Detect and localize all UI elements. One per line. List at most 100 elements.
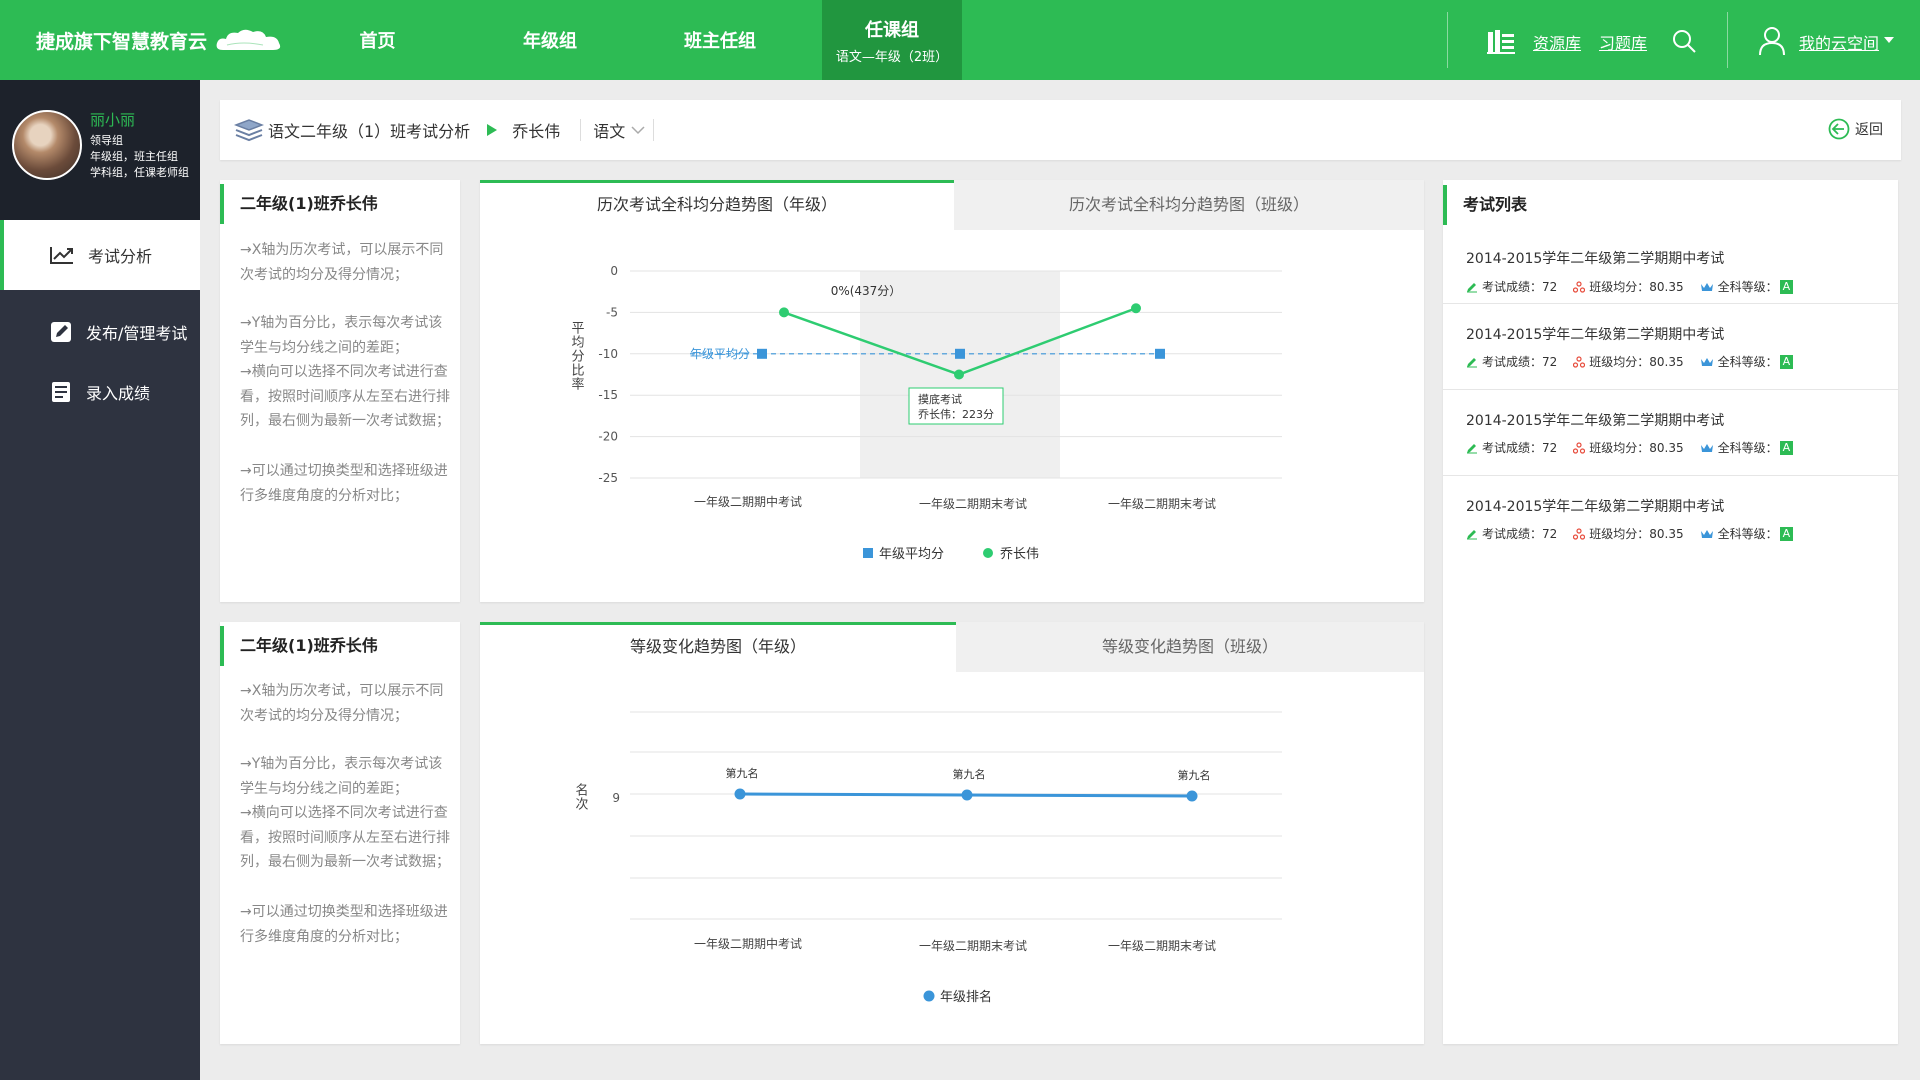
score-trend-chart-card: 历次考试全科均分趋势图（年级） 历次考试全科均分趋势图（班级） 0 -5 -10 -1… bbox=[480, 180, 1424, 602]
nav-course-group-sub: 语文—年级（2班） bbox=[835, 49, 949, 65]
exam-class-average: 班级均分：80.35 bbox=[1573, 353, 1684, 370]
subject-select[interactable]: 语文 bbox=[593, 118, 645, 142]
rank-point bbox=[961, 789, 973, 801]
legend-label: 年级平均分 bbox=[879, 547, 944, 562]
crown-icon bbox=[1700, 529, 1713, 538]
nav-head-teacher-group-label: 班主任组 bbox=[684, 31, 756, 52]
rank-point bbox=[734, 788, 746, 800]
y-tick-label: -15 bbox=[598, 388, 618, 402]
exam-level: 全科等级： A bbox=[1700, 278, 1794, 295]
group-icon bbox=[1573, 355, 1586, 368]
exam-class-average: 班级均分：80.35 bbox=[1573, 525, 1684, 542]
list-item[interactable]: 2014-2015学年二年级第二学期期中考试 考试成绩：72 班级均分：80.35 全… bbox=[1443, 232, 1898, 304]
profile-role: 年级组，班主任组 bbox=[90, 150, 178, 163]
rank-trend-chart: 9 名次一年级二期期中考试 一年级二期期末考试 一年级二期期末考试 第九名 第九名 第九名年… bbox=[573, 711, 1282, 1005]
pencil-icon bbox=[1467, 282, 1477, 292]
exam-score-text: 考试成绩：72 bbox=[1482, 280, 1558, 294]
exercise-library-link[interactable]: 习题库 bbox=[1599, 30, 1647, 54]
nav-home-label: 首页 bbox=[359, 31, 396, 52]
info-panel: 二年级(1)班乔长伟 →X轴为历次考试，可以展示不同次考试的均分及得分情况； →… bbox=[220, 622, 460, 1044]
nav-head-teacher-group[interactable]: 班主任组 bbox=[665, 0, 775, 80]
x-tick-label: 一年级二期期末考试 bbox=[919, 938, 1027, 953]
y-tick-label: 9 bbox=[612, 791, 620, 805]
caret-down-icon[interactable] bbox=[1883, 36, 1895, 44]
exam-class-average-text: 班级均分：80.35 bbox=[1589, 355, 1684, 369]
chevron-down-icon bbox=[631, 126, 645, 135]
exam-level-label: 全科等级： bbox=[1717, 355, 1778, 369]
exam-meta: 考试成绩：72 班级均分：80.35 全科等级： A bbox=[1466, 278, 1809, 295]
crown-icon bbox=[1700, 282, 1713, 291]
avatar[interactable] bbox=[12, 110, 82, 180]
y-axis-label: 平均分比率 bbox=[569, 321, 585, 391]
profile-name: 丽小丽 bbox=[90, 111, 136, 129]
y-tick-label: -10 bbox=[598, 347, 618, 361]
panel-text: →可以通过切换类型和选择班级进行多维度角度的分析对比； bbox=[240, 463, 448, 504]
group-icon bbox=[1573, 441, 1586, 454]
list-icon bbox=[52, 382, 70, 402]
exam-score: 考试成绩：72 bbox=[1466, 525, 1557, 542]
exam-name: 2014-2015学年二年级第二学期期中考试 bbox=[1466, 413, 1725, 429]
exam-class-average-text: 班级均分：80.35 bbox=[1589, 280, 1684, 294]
profile-card: 丽小丽 领导组 年级组，班主任组 学科组，任课老师组 bbox=[0, 80, 200, 220]
tooltip-value: 乔长伟：223分 bbox=[918, 408, 994, 421]
exam-level: 全科等级： A bbox=[1700, 525, 1794, 542]
panel-title: 二年级(1)班乔长伟 bbox=[220, 626, 378, 666]
list-item[interactable]: 2014-2015学年二年级第二学期期中考试 考试成绩：72 班级均分：80.35 全… bbox=[1443, 304, 1898, 390]
rank-data-label: 第九名 bbox=[953, 767, 986, 781]
exam-name: 2014-2015学年二年级第二学期期中考试 bbox=[1466, 499, 1725, 515]
exam-level-label: 全科等级： bbox=[1717, 280, 1778, 294]
breadcrumb-student[interactable]: 乔长伟 bbox=[512, 118, 560, 142]
grade-badge: A bbox=[1779, 526, 1794, 541]
nav-home[interactable]: 首页 bbox=[330, 0, 425, 80]
my-cloud-space-link[interactable]: 我的云空间 bbox=[1799, 30, 1879, 54]
nav-course-group[interactable]: 任课组 语文—年级（2班） bbox=[822, 0, 962, 80]
profile-role: 学科组，任课老师组 bbox=[90, 166, 189, 179]
y-tick-label: -5 bbox=[606, 305, 618, 319]
legend-label: 年级排名 bbox=[940, 989, 992, 1005]
cloud-icon bbox=[216, 29, 281, 50]
rank-trend-chart-card: 等级变化趋势图（年级） 等级变化趋势图（班级） 9 名次 一年级二期期中考试 一年级二… bbox=[480, 622, 1424, 1044]
back-button[interactable]: 返回 bbox=[1828, 118, 1883, 140]
sidebar-item-label: 录入成绩 bbox=[86, 384, 151, 403]
group-icon bbox=[1573, 527, 1586, 540]
sidebar-item-exam-analysis[interactable]: 考试分析 bbox=[0, 220, 200, 290]
legend-marker-rank bbox=[923, 990, 935, 1002]
exam-list-title: 考试列表 bbox=[1443, 185, 1527, 225]
books-stack-icon bbox=[234, 119, 264, 142]
rank-data-label: 第九名 bbox=[726, 766, 759, 780]
profile-role: 领导组 bbox=[90, 134, 123, 147]
legend-marker-student bbox=[983, 548, 993, 558]
pencil-icon bbox=[1467, 529, 1477, 539]
resource-library-link[interactable]: 资源库 bbox=[1533, 30, 1581, 54]
nav-grade-group[interactable]: 年级组 bbox=[500, 0, 600, 80]
panel-text: →Y轴为百分比，表示每次考试该学生与均分线之间的差距； →横向可以选择不同次考试… bbox=[240, 315, 450, 429]
exam-name: 2014-2015学年二年级第二学期期中考试 bbox=[1466, 327, 1725, 343]
exam-level: 全科等级： A bbox=[1700, 353, 1794, 370]
exam-meta: 考试成绩：72 班级均分：80.35 全科等级： A bbox=[1466, 439, 1809, 456]
nav-grade-group-label: 年级组 bbox=[523, 31, 577, 52]
user-icon[interactable] bbox=[1758, 26, 1786, 56]
list-item[interactable]: 2014-2015学年二年级第二学期期中考试考试成绩：72 班级均分：80.35 全… bbox=[1443, 390, 1898, 476]
chart-line-icon bbox=[50, 247, 73, 264]
crown-icon bbox=[1700, 357, 1713, 366]
search-icon[interactable] bbox=[1672, 29, 1696, 53]
page-title: 语文二年级（1）班考试分析 bbox=[268, 122, 471, 141]
legend-marker-average bbox=[863, 548, 873, 558]
divider bbox=[653, 119, 655, 141]
divider bbox=[1447, 12, 1448, 68]
sidebar-item-enter-scores[interactable]: 录入成绩 bbox=[0, 357, 200, 427]
play-arrow-icon bbox=[487, 124, 498, 136]
average-marker bbox=[955, 348, 965, 359]
grade-badge: A bbox=[1779, 279, 1794, 294]
exam-score: 考试成绩：72 bbox=[1466, 439, 1557, 456]
exam-level: 全科等级： A bbox=[1700, 439, 1794, 456]
books-icon[interactable] bbox=[1486, 28, 1516, 54]
exam-score-text: 考试成绩：72 bbox=[1482, 441, 1558, 455]
grade-badge: A bbox=[1779, 354, 1794, 369]
list-item[interactable]: 2014-2015学年二年级第二学期期中考试 考试成绩：72 班级均分：80.35 全… bbox=[1443, 476, 1898, 562]
logo[interactable]: 捷成旗下智慧教育云 bbox=[36, 26, 285, 54]
panel-text: →X轴为历次考试，可以展示不同次考试的均分及得分情况； bbox=[240, 683, 444, 724]
highlight-label: 0%(437分） bbox=[831, 284, 902, 298]
pencil-icon bbox=[1467, 357, 1477, 367]
x-tick-label: 一年级二期期末考试 bbox=[919, 496, 1027, 511]
